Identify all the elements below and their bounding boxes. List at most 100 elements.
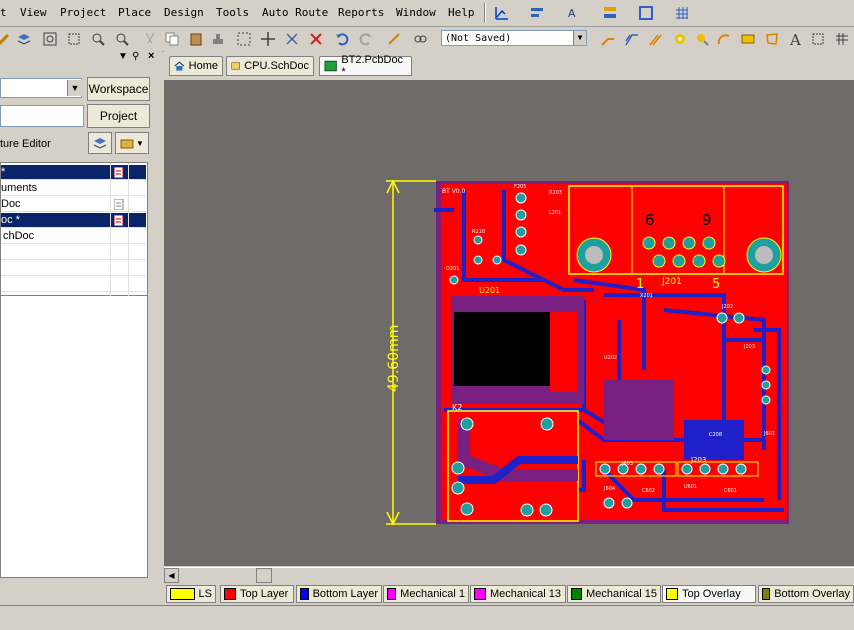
layer-tab-bottom-overlay[interactable]: Bottom Overlay	[758, 585, 854, 603]
move-selection-icon[interactable]	[282, 29, 302, 49]
u201-pads	[550, 312, 578, 392]
copy-icon[interactable]	[162, 29, 182, 49]
menu-help[interactable]: Help	[448, 6, 475, 19]
redo-icon[interactable]	[356, 29, 376, 49]
svg-text:R210: R210	[472, 229, 485, 235]
layer-tab-top-overlay[interactable]: Top Overlay	[662, 585, 756, 603]
scroll-left-icon[interactable]: ◀	[164, 568, 179, 583]
tree-item[interactable]: chDoc	[1, 229, 146, 244]
menu-tools[interactable]: Tools	[216, 6, 249, 19]
layers-button[interactable]	[88, 132, 112, 154]
layer-tab-bottom-layer[interactable]: Bottom Layer	[296, 585, 382, 603]
move-icon[interactable]	[258, 29, 278, 49]
tab-cpu-schdoc[interactable]: CPU.SchDoc	[226, 56, 314, 76]
text-tool-icon[interactable]: A	[564, 3, 584, 23]
multi-route-icon[interactable]	[646, 29, 666, 49]
scroll-thumb[interactable]	[256, 568, 272, 583]
project-select[interactable]	[0, 105, 84, 127]
close-icon[interactable]: ×	[148, 50, 154, 62]
room-tool-icon[interactable]	[636, 3, 656, 23]
deselect-icon[interactable]	[306, 29, 326, 49]
browse-icon[interactable]	[410, 29, 430, 49]
menu-design[interactable]: Design	[164, 6, 204, 19]
cut-icon[interactable]	[140, 29, 160, 49]
menu-place[interactable]: Place	[118, 6, 151, 19]
align-tool-icon[interactable]	[527, 3, 547, 23]
menu-file[interactable]: t	[0, 6, 7, 19]
grid-icon[interactable]	[832, 29, 852, 49]
rubber-stamp-icon[interactable]	[208, 29, 228, 49]
zoom-area-icon[interactable]	[64, 29, 84, 49]
layer-tab-mechanical-13[interactable]: Mechanical 13	[470, 585, 566, 603]
tab-label: CPU.SchDoc	[244, 60, 309, 72]
zoom-filter-icon[interactable]	[112, 29, 132, 49]
arrange-tool-icon[interactable]	[600, 3, 620, 23]
workspace-select[interactable]: ▼	[0, 78, 82, 98]
menu-view[interactable]: View	[20, 6, 47, 19]
panel-titlebar: ▼ ⚲ ×	[0, 50, 162, 65]
view-state-select[interactable]: (Not Saved) ▼	[441, 30, 587, 46]
menu-project[interactable]: Project	[60, 6, 106, 19]
layer-label: Bottom Overlay	[774, 588, 850, 600]
chart-tool-icon[interactable]	[492, 3, 512, 23]
menu-auto-route[interactable]: Auto Route	[262, 6, 328, 19]
svg-text:C601: C601	[724, 488, 737, 494]
interactive-route-icon[interactable]	[598, 29, 618, 49]
layer-tab-mechanical-15[interactable]: Mechanical 15	[567, 585, 661, 603]
horizontal-scrollbar[interactable]: ◀	[164, 567, 854, 584]
zoom-selected-icon[interactable]	[88, 29, 108, 49]
pencil-icon[interactable]	[0, 29, 14, 49]
component-label: J201	[661, 277, 682, 287]
tree-item	[1, 245, 146, 260]
fill-icon[interactable]	[738, 29, 758, 49]
project-button[interactable]: Project	[87, 104, 150, 128]
layers-icon[interactable]	[14, 29, 34, 49]
tree-item[interactable]: *	[1, 165, 146, 180]
paste-icon[interactable]	[186, 29, 206, 49]
status-bar	[0, 605, 854, 630]
layer-swatch	[474, 588, 486, 600]
tab-bt2-pcbdoc[interactable]: BT2.PcbDoc *	[319, 54, 412, 78]
svg-text:X201: X201	[640, 293, 653, 299]
pad-icon[interactable]	[670, 29, 690, 49]
options-button[interactable]: ▼	[115, 132, 149, 154]
array-paste-icon[interactable]	[808, 29, 828, 49]
cross-probe-icon[interactable]	[384, 29, 404, 49]
zoom-fit-icon[interactable]	[40, 29, 60, 49]
menu-bar: t View Project Place Design Tools Auto R…	[0, 0, 854, 27]
polygon-icon[interactable]	[762, 29, 782, 49]
grid-tool-icon[interactable]	[672, 3, 692, 23]
chevron-down-icon[interactable]: ▼	[67, 80, 82, 96]
workspace-button[interactable]: Workspace	[87, 77, 150, 101]
menu-window[interactable]: Window	[396, 6, 436, 19]
undo-icon[interactable]	[332, 29, 352, 49]
svg-text:J202: J202	[721, 304, 733, 310]
tree-item-label: Doc	[1, 198, 21, 210]
tree-item[interactable]: oc *	[1, 213, 146, 228]
layer-tab-top-layer[interactable]: Top Layer	[220, 585, 294, 603]
pcb-drawing: 49.60mm 6 9 1 5 J201 BT V0.0 U201 K2 J20…	[386, 179, 789, 526]
chevron-down-icon[interactable]: ▼	[573, 31, 586, 45]
pin-icon[interactable]: ⚲	[132, 51, 139, 62]
svg-text:J203: J203	[743, 344, 755, 350]
layer-tab-ls[interactable]: LS	[166, 585, 216, 603]
tree-item[interactable]: Doc	[1, 197, 146, 212]
component-label: U201	[479, 286, 500, 295]
project-tree: * uments Doc oc * chDoc	[0, 162, 148, 297]
pin-label: 5	[712, 277, 720, 292]
select-area-icon[interactable]	[234, 29, 254, 49]
dropdown-icon[interactable]: ▼	[118, 51, 128, 62]
layer-tab-mechanical-1[interactable]: Mechanical 1	[383, 585, 469, 603]
tab-home[interactable]: Home	[169, 56, 223, 76]
tree-item[interactable]: uments	[1, 181, 146, 196]
menu-reports[interactable]: Reports	[338, 6, 384, 19]
via-icon[interactable]	[692, 29, 712, 49]
bottom-pour	[684, 420, 744, 460]
string-icon[interactable]: A	[786, 29, 806, 49]
svg-text:J604: J604	[603, 486, 615, 492]
diff-pair-route-icon[interactable]	[622, 29, 642, 49]
layer-swatch	[224, 588, 236, 600]
arc-icon[interactable]	[714, 29, 734, 49]
tree-item	[1, 277, 146, 292]
pcb-canvas[interactable]: 49.60mm 6 9 1 5 J201 BT V0.0 U201 K2 J20…	[164, 80, 854, 566]
